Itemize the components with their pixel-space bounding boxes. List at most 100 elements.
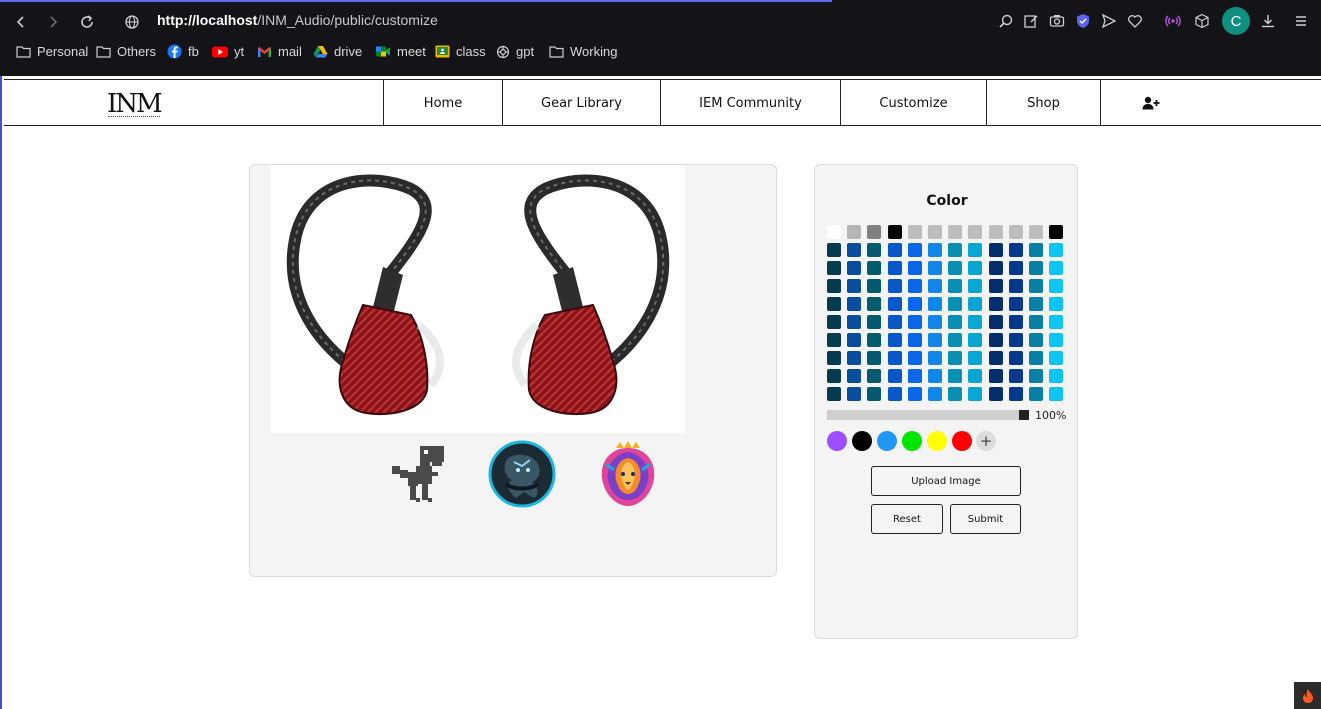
palette-swatch[interactable] bbox=[847, 369, 862, 383]
palette-swatch[interactable] bbox=[988, 297, 1003, 311]
palette-swatch[interactable] bbox=[948, 369, 963, 383]
palette-swatch[interactable] bbox=[1049, 261, 1064, 275]
palette-swatch[interactable] bbox=[948, 333, 963, 347]
palette-swatch[interactable] bbox=[1008, 297, 1023, 311]
preset-color-swatch[interactable] bbox=[827, 431, 847, 451]
palette-swatch[interactable] bbox=[1029, 387, 1043, 401]
favorites-button[interactable] bbox=[1125, 11, 1145, 31]
palette-swatch[interactable] bbox=[867, 333, 882, 347]
palette-swatch[interactable] bbox=[968, 369, 983, 383]
reset-button[interactable]: Reset bbox=[871, 504, 943, 534]
palette-swatch[interactable] bbox=[827, 315, 841, 329]
palette-swatch[interactable] bbox=[867, 279, 882, 293]
palette-swatch[interactable] bbox=[948, 225, 963, 239]
palette-swatch[interactable] bbox=[988, 225, 1003, 239]
palette-swatch[interactable] bbox=[847, 351, 862, 365]
palette-swatch[interactable] bbox=[948, 387, 963, 401]
bookmark-class[interactable]: class bbox=[435, 44, 486, 59]
palette-swatch[interactable] bbox=[1029, 315, 1043, 329]
palette-swatch[interactable] bbox=[827, 351, 841, 365]
preset-color-swatch[interactable] bbox=[877, 431, 897, 451]
palette-swatch[interactable] bbox=[968, 333, 983, 347]
palette-swatch[interactable] bbox=[907, 351, 922, 365]
dragon-sticker[interactable] bbox=[488, 440, 556, 508]
preset-color-swatch[interactable] bbox=[902, 431, 922, 451]
palette-swatch[interactable] bbox=[1049, 315, 1064, 329]
palette-swatch[interactable] bbox=[948, 261, 963, 275]
palette-swatch[interactable] bbox=[847, 315, 862, 329]
palette-swatch[interactable] bbox=[1029, 351, 1043, 365]
palette-swatch[interactable] bbox=[827, 297, 841, 311]
palette-swatch[interactable] bbox=[928, 225, 942, 239]
opacity-slider[interactable] bbox=[827, 410, 1029, 420]
palette-swatch[interactable] bbox=[968, 261, 983, 275]
palette-swatch[interactable] bbox=[1029, 243, 1043, 257]
bookmark-mail[interactable]: mail bbox=[257, 44, 302, 59]
opacity-slider-thumb[interactable] bbox=[1019, 410, 1029, 420]
bookmark-yt[interactable]: yt bbox=[212, 44, 244, 59]
palette-swatch[interactable] bbox=[968, 387, 983, 401]
palette-swatch[interactable] bbox=[907, 225, 922, 239]
palette-swatch[interactable] bbox=[1008, 315, 1023, 329]
add-color-button[interactable]: + bbox=[976, 431, 996, 451]
palette-swatch[interactable] bbox=[827, 261, 841, 275]
palette-swatch[interactable] bbox=[968, 315, 983, 329]
palette-swatch[interactable] bbox=[928, 243, 942, 257]
palette-swatch[interactable] bbox=[1049, 369, 1064, 383]
downloads-button[interactable] bbox=[1258, 11, 1278, 31]
palette-swatch[interactable] bbox=[988, 387, 1003, 401]
bookmark-drive[interactable]: drive bbox=[313, 44, 362, 59]
palette-swatch[interactable] bbox=[948, 297, 963, 311]
site-logo[interactable]: INM bbox=[107, 89, 163, 119]
nav-home[interactable]: Home bbox=[383, 80, 502, 126]
palette-swatch[interactable] bbox=[988, 279, 1003, 293]
palette-swatch[interactable] bbox=[847, 279, 862, 293]
palette-swatch[interactable] bbox=[867, 387, 882, 401]
palette-swatch[interactable] bbox=[887, 351, 902, 365]
palette-swatch[interactable] bbox=[928, 261, 942, 275]
profile-avatar[interactable]: C bbox=[1222, 7, 1250, 35]
vpn-button[interactable] bbox=[1073, 11, 1093, 31]
bookmark-meet[interactable]: meet bbox=[375, 44, 426, 59]
nav-shop[interactable]: Shop bbox=[986, 80, 1100, 126]
menu-button[interactable] bbox=[1291, 11, 1311, 31]
palette-swatch[interactable] bbox=[867, 315, 882, 329]
url-field[interactable]: http://localhost/INM_Audio/public/custom… bbox=[157, 12, 438, 28]
palette-swatch[interactable] bbox=[928, 315, 942, 329]
palette-swatch[interactable] bbox=[988, 243, 1003, 257]
palette-swatch[interactable] bbox=[867, 369, 882, 383]
site-info-button[interactable] bbox=[120, 10, 144, 34]
palette-swatch[interactable] bbox=[907, 333, 922, 347]
palette-swatch[interactable] bbox=[867, 225, 882, 239]
back-button[interactable] bbox=[9, 10, 33, 34]
palette-swatch[interactable] bbox=[928, 387, 942, 401]
palette-swatch[interactable] bbox=[827, 243, 841, 257]
palette-swatch[interactable] bbox=[928, 297, 942, 311]
broadcast-button[interactable] bbox=[1163, 11, 1183, 31]
palette-swatch[interactable] bbox=[1008, 243, 1023, 257]
nav-gear-library[interactable]: Gear Library bbox=[502, 80, 660, 126]
palette-swatch[interactable] bbox=[968, 243, 983, 257]
palette-swatch[interactable] bbox=[1008, 279, 1023, 293]
palette-swatch[interactable] bbox=[928, 333, 942, 347]
palette-swatch[interactable] bbox=[1008, 369, 1023, 383]
palette-swatch[interactable] bbox=[827, 225, 841, 239]
palette-swatch[interactable] bbox=[968, 279, 983, 293]
palette-swatch[interactable] bbox=[887, 225, 902, 239]
palette-swatch[interactable] bbox=[1049, 297, 1064, 311]
nav-user[interactable] bbox=[1100, 80, 1200, 126]
submit-button[interactable]: Submit bbox=[950, 504, 1021, 534]
bookmark-gpt[interactable]: gpt bbox=[496, 44, 534, 59]
upload-image-button[interactable]: Upload Image bbox=[871, 466, 1021, 496]
palette-swatch[interactable] bbox=[948, 315, 963, 329]
bookmark-personal[interactable]: Personal bbox=[16, 44, 88, 59]
palette-swatch[interactable] bbox=[988, 369, 1003, 383]
palette-swatch[interactable] bbox=[1029, 279, 1043, 293]
palette-swatch[interactable] bbox=[968, 225, 983, 239]
palette-swatch[interactable] bbox=[1029, 333, 1043, 347]
palette-swatch[interactable] bbox=[928, 351, 942, 365]
palette-swatch[interactable] bbox=[1008, 351, 1023, 365]
palette-swatch[interactable] bbox=[847, 261, 862, 275]
palette-swatch[interactable] bbox=[988, 315, 1003, 329]
palette-swatch[interactable] bbox=[1049, 333, 1064, 347]
